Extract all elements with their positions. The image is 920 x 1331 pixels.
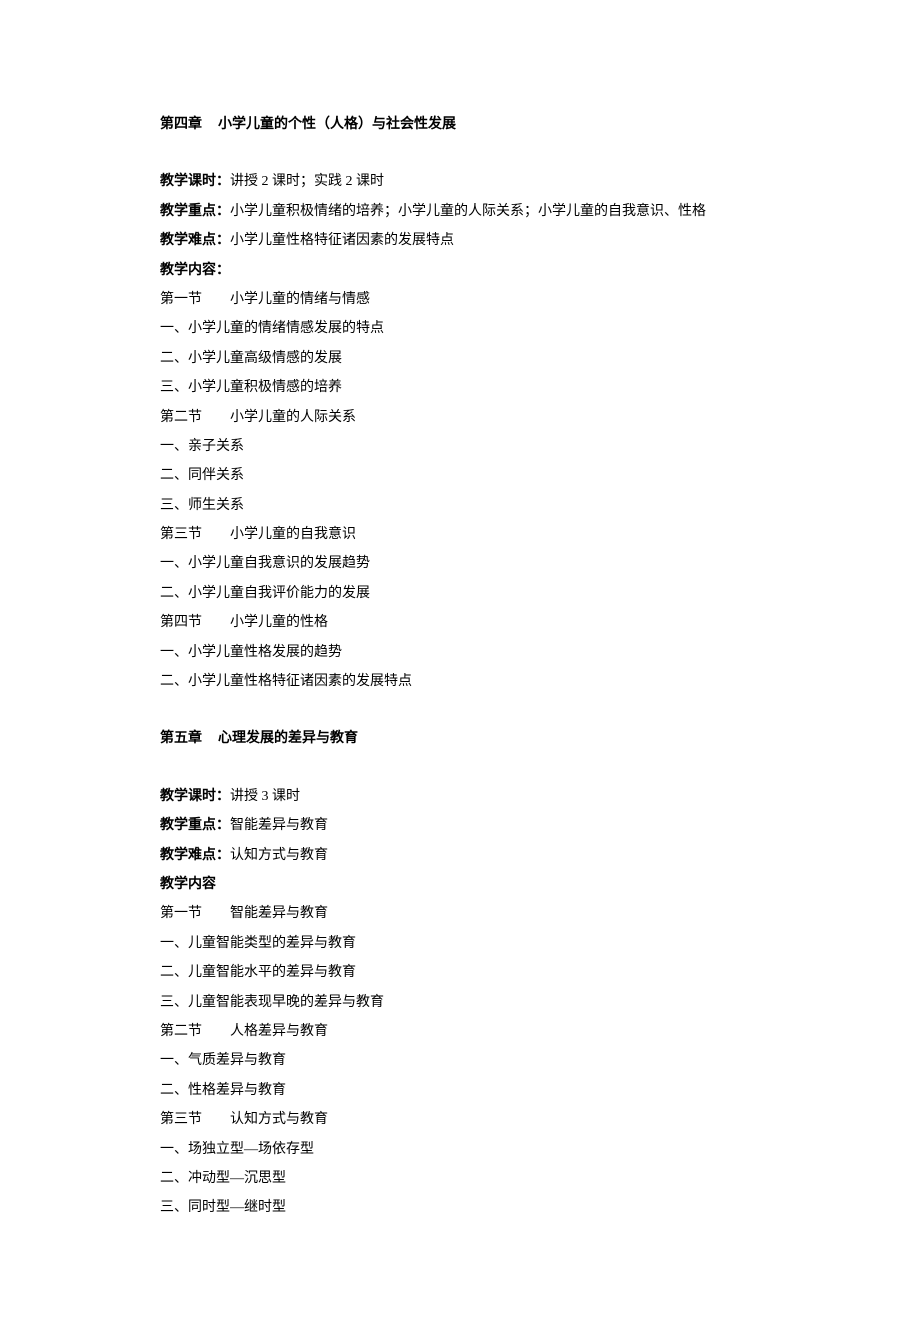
list-item: 一、儿童智能类型的差异与教育 xyxy=(160,929,760,958)
hours-label: 教学课时： xyxy=(160,789,230,804)
section-prefix: 第一节 xyxy=(160,906,202,921)
list-item: 二、小学儿童性格特征诸因素的发展特点 xyxy=(160,667,760,696)
section-title: 人格差异与教育 xyxy=(230,1024,328,1039)
section-heading: 第二节 人格差异与教育 xyxy=(160,1017,760,1046)
section-heading: 第三节 小学儿童的自我意识 xyxy=(160,520,760,549)
difficulty-value: 小学儿童性格特征诸因素的发展特点 xyxy=(230,233,454,248)
list-item: 三、同时型—继时型 xyxy=(160,1193,760,1222)
chapter4-title-text: 小学儿童的个性（人格）与社会性发展 xyxy=(218,117,456,132)
section-prefix: 第三节 xyxy=(160,1112,202,1127)
chapter4-hours: 教学课时：讲授 2 课时；实践 2 课时 xyxy=(160,167,760,196)
focus-value: 智能差异与教育 xyxy=(230,818,328,833)
chapter4-title: 第四章 小学儿童的个性（人格）与社会性发展 xyxy=(160,110,760,139)
list-item: 一、亲子关系 xyxy=(160,432,760,461)
list-item: 二、性格差异与教育 xyxy=(160,1076,760,1105)
list-item: 二、冲动型—沉思型 xyxy=(160,1164,760,1193)
list-item: 三、师生关系 xyxy=(160,491,760,520)
list-item: 一、小学儿童性格发展的趋势 xyxy=(160,638,760,667)
section-title: 小学儿童的人际关系 xyxy=(230,410,356,425)
chapter5-title-text: 心理发展的差异与教育 xyxy=(218,731,358,746)
list-item: 二、小学儿童高级情感的发展 xyxy=(160,344,760,373)
section-title: 认知方式与教育 xyxy=(230,1112,328,1127)
list-item: 三、儿童智能表现早晚的差异与教育 xyxy=(160,988,760,1017)
hours-value: 讲授 2 课时；实践 2 课时 xyxy=(230,174,384,189)
section-title: 小学儿童的自我意识 xyxy=(230,527,356,542)
chapter5-prefix: 第五章 xyxy=(160,731,202,746)
hours-label: 教学课时： xyxy=(160,174,230,189)
chapter4-meta: 教学课时：讲授 2 课时；实践 2 课时 教学重点：小学儿童积极情绪的培养；小学… xyxy=(160,167,760,696)
chapter4-difficulty: 教学难点：小学儿童性格特征诸因素的发展特点 xyxy=(160,226,760,255)
difficulty-label: 教学难点： xyxy=(160,848,230,863)
chapter5-content-label: 教学内容 xyxy=(160,870,760,899)
focus-label: 教学重点： xyxy=(160,204,230,219)
section-heading: 第一节 智能差异与教育 xyxy=(160,899,760,928)
list-item: 一、场独立型—场依存型 xyxy=(160,1135,760,1164)
chapter4-content-label: 教学内容： xyxy=(160,256,760,285)
list-item: 一、气质差异与教育 xyxy=(160,1046,760,1075)
section-prefix: 第四节 xyxy=(160,615,202,630)
section-heading: 第一节 小学儿童的情绪与情感 xyxy=(160,285,760,314)
difficulty-label: 教学难点： xyxy=(160,233,230,248)
hours-value: 讲授 3 课时 xyxy=(230,789,300,804)
section-prefix: 第二节 xyxy=(160,1024,202,1039)
section-title: 小学儿童的性格 xyxy=(230,615,328,630)
chapter4-prefix: 第四章 xyxy=(160,117,202,132)
list-item: 二、同伴关系 xyxy=(160,461,760,490)
chapter5-meta: 教学课时：讲授 3 课时 教学重点：智能差异与教育 教学难点：认知方式与教育 教… xyxy=(160,782,760,1223)
section-heading: 第二节 小学儿童的人际关系 xyxy=(160,403,760,432)
chapter5-hours: 教学课时：讲授 3 课时 xyxy=(160,782,760,811)
focus-label: 教学重点： xyxy=(160,818,230,833)
focus-value: 小学儿童积极情绪的培养；小学儿童的人际关系；小学儿童的自我意识、性格 xyxy=(230,204,706,219)
section-title: 智能差异与教育 xyxy=(230,906,328,921)
section-prefix: 第二节 xyxy=(160,410,202,425)
list-item: 三、小学儿童积极情感的培养 xyxy=(160,373,760,402)
section-prefix: 第一节 xyxy=(160,292,202,307)
section-title: 小学儿童的情绪与情感 xyxy=(230,292,370,307)
chapter5-difficulty: 教学难点：认知方式与教育 xyxy=(160,841,760,870)
difficulty-value: 认知方式与教育 xyxy=(230,848,328,863)
list-item: 一、小学儿童自我意识的发展趋势 xyxy=(160,549,760,578)
chapter5-title: 第五章 心理发展的差异与教育 xyxy=(160,724,760,753)
chapter4-focus: 教学重点：小学儿童积极情绪的培养；小学儿童的人际关系；小学儿童的自我意识、性格 xyxy=(160,197,760,226)
list-item: 二、儿童智能水平的差异与教育 xyxy=(160,958,760,987)
list-item: 二、小学儿童自我评价能力的发展 xyxy=(160,579,760,608)
section-prefix: 第三节 xyxy=(160,527,202,542)
chapter5-focus: 教学重点：智能差异与教育 xyxy=(160,811,760,840)
section-heading: 第三节 认知方式与教育 xyxy=(160,1105,760,1134)
section-heading: 第四节 小学儿童的性格 xyxy=(160,608,760,637)
list-item: 一、小学儿童的情绪情感发展的特点 xyxy=(160,314,760,343)
